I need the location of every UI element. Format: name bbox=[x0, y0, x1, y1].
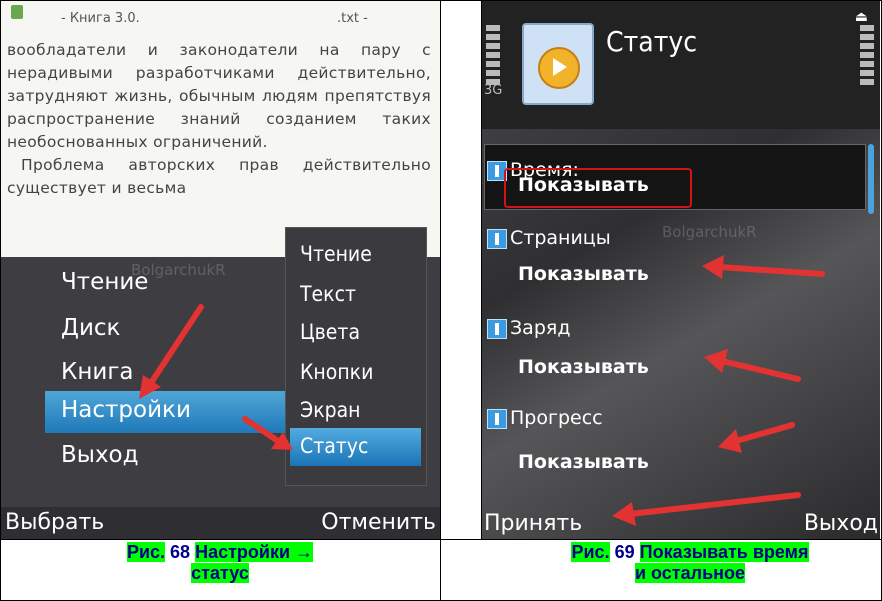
caption-right: Рис. 69 Показывать время и остальное bbox=[500, 542, 880, 584]
arrow-to-settings bbox=[144, 304, 204, 392]
column-divider bbox=[440, 0, 441, 601]
softkey-exit[interactable]: Выход bbox=[804, 511, 878, 536]
caption-prefix: Рис. bbox=[571, 542, 610, 562]
caption-number: 68 bbox=[170, 542, 191, 562]
arrow-head bbox=[702, 255, 724, 279]
softkey-cancel[interactable]: Отменить bbox=[321, 510, 436, 535]
caption-text: Настройки → bbox=[195, 542, 314, 562]
left-phone-screen: - Книга 3.0. .txt - вообладатели и закон… bbox=[1, 1, 440, 539]
caption-text: Показывать время bbox=[639, 542, 809, 562]
arrow-to-progress bbox=[733, 422, 795, 444]
caption-text-line2: и остальное bbox=[634, 563, 746, 583]
arrow-to-pages bbox=[717, 264, 825, 277]
arrow-to-battery bbox=[719, 358, 801, 382]
caption-number: 69 bbox=[614, 542, 635, 562]
row-divider bbox=[0, 539, 882, 540]
arrow-head bbox=[704, 349, 728, 373]
softkey-select[interactable]: Выбрать bbox=[5, 510, 104, 535]
arrow-head bbox=[718, 429, 742, 453]
annotation-arrows bbox=[612, 255, 825, 526]
caption-left: Рис. 68 Настройки → статус bbox=[60, 542, 380, 584]
softkey-bar: Принять Выход bbox=[482, 507, 880, 539]
softkey-accept[interactable]: Принять bbox=[484, 511, 582, 536]
arrow-to-status bbox=[242, 416, 284, 446]
caption-text-line2: статус bbox=[191, 563, 249, 583]
right-phone-screen: 3G Статус ⏏ BolgarchukR Время: Показыват… bbox=[482, 1, 880, 539]
arrow-head bbox=[139, 375, 161, 399]
caption-prefix: Рис. bbox=[126, 542, 166, 562]
softkey-bar: Выбрать Отменить bbox=[1, 507, 440, 539]
annotation-arrows bbox=[139, 304, 293, 450]
